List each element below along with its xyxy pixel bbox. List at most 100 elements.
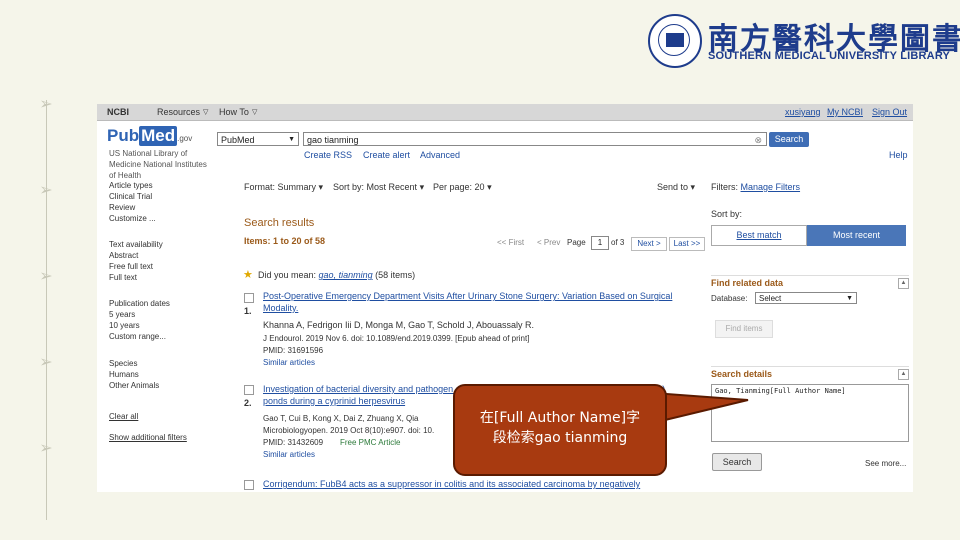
first-page-link[interactable]: << First [497,238,524,247]
result-number: 1. [244,306,252,316]
most-recent-tab[interactable]: Most recent [807,225,906,246]
send-to-label: Send to [657,182,689,192]
nlm-line: US National Library of [109,149,188,158]
next-page-button[interactable]: Next > [631,237,667,251]
find-related-data-title: Find related data [711,278,784,288]
filter-heading: Species [109,359,138,368]
send-to-control[interactable]: Send to ▾ [657,182,695,193]
filter-option[interactable]: Custom range... [109,331,170,342]
sort-control[interactable]: Sort by: Most Recent ▾ [333,182,424,193]
resources-dropdown-icon[interactable]: ▽ [203,108,208,116]
sign-out-link[interactable]: Sign Out [872,107,907,117]
user-link[interactable]: xusiyang [785,107,821,117]
filter-option[interactable]: Review [109,202,156,213]
howto-dropdown-icon[interactable]: ▽ [252,108,257,116]
items-count: Items: 1 to 20 of 58 [244,236,326,246]
slide-decor-arrow-icon: ➢ [39,440,53,457]
find-items-button[interactable]: Find items [715,320,773,338]
best-match-tab[interactable]: Best match [711,225,807,246]
result-checkbox[interactable] [244,293,254,303]
did-you-mean: Did you mean: gao, tianming (58 items) [258,270,415,280]
related-database-label: Database: [711,294,748,303]
free-pmc-article-link[interactable]: Free PMC Article [340,438,400,447]
similar-articles-link[interactable]: Similar articles [263,358,315,367]
similar-articles-link[interactable]: Similar articles [263,450,315,459]
filter-publication-dates: Publication dates 5 years 10 years Custo… [109,298,170,342]
see-more-link[interactable]: See more... [865,459,906,468]
filter-option[interactable]: Humans [109,369,159,380]
slide-decor-arrow-icon: ➢ [39,96,53,113]
pubmed-logo[interactable]: Pub Med .gov [107,126,192,146]
filter-option[interactable]: Abstract [109,250,163,261]
result-checkbox[interactable] [244,385,254,395]
clear-icon[interactable]: ⊗ [754,133,762,147]
my-ncbi-link[interactable]: My NCBI [827,107,863,117]
filter-option[interactable]: Other Animals [109,380,159,391]
result-journal: Microbiologyopen. 2019 Oct 8(10):e907. d… [263,426,435,435]
did-you-mean-link[interactable]: gao, tianming [319,270,373,280]
prev-page-link[interactable]: < Prev [537,238,560,247]
pubmed-logo-med: Med [139,126,178,146]
manage-filters-link[interactable]: Manage Filters [741,182,801,192]
filter-text-availability: Text availability Abstract Free full tex… [109,239,163,283]
library-emblem-icon [648,14,702,68]
filter-option[interactable]: 10 years [109,320,170,331]
database-select[interactable]: PubMed ▼ [217,132,299,146]
sort-value: Most Recent [366,182,418,192]
related-database-select[interactable]: Select ▼ [755,292,857,304]
result-pmid: PMID: 31432609 [263,438,324,447]
search-input[interactable]: gao tianming ⊗ [303,132,767,146]
filter-option[interactable]: Clinical Trial [109,191,156,202]
per-page-label: Per page: [433,182,473,192]
filter-heading: Article types [109,181,153,190]
show-additional-filters-link[interactable]: Show additional filters [109,432,187,443]
filter-option[interactable]: Customize ... [109,213,156,224]
result-authors: Gao T, Cui B, Kong X, Dai Z, Zhuang X, Q… [263,414,419,423]
filter-heading: Publication dates [109,299,170,308]
callout-text-line: 在[Full Author Name]字 [479,410,641,426]
database-select-value: PubMed [221,135,255,145]
result-journal: J Endourol. 2019 Nov 6. doi: 10.1089/end… [263,334,530,343]
result-pmid: PMID: 31691596 [263,346,324,355]
filter-option[interactable]: Full text [109,272,163,283]
library-name-en: SOUTHERN MEDICAL UNIVERSITY LIBRARY [708,50,951,62]
collapse-icon[interactable]: ▲ [898,278,909,289]
create-rss-link[interactable]: Create RSS [304,150,352,160]
result-title-link[interactable]: Corrigendum: FubB4 acts as a suppressor … [263,478,693,490]
format-control[interactable]: Format: Summary ▾ [244,182,323,193]
filter-article-types: Article types Clinical Trial Review Cust… [109,180,156,224]
page-number-input[interactable]: 1 [591,236,609,250]
resources-menu[interactable]: Resources [157,107,200,117]
pubmed-logo-pub: Pub [107,126,140,145]
result-number: 2. [244,398,252,408]
slide-decor-arrow-icon: ➢ [39,182,53,199]
search-details-button[interactable]: Search [712,453,762,471]
pubmed-logo-gov: .gov [177,134,193,143]
filters-label: Filters: [711,182,738,192]
per-page-control[interactable]: Per page: 20 ▾ [433,182,492,193]
slide-decor-arrow-icon: ➢ [39,268,53,285]
last-page-button[interactable]: Last >> [669,237,705,251]
filter-option[interactable]: 5 years [109,309,170,320]
collapse-icon[interactable]: ▲ [898,369,909,380]
create-alert-link[interactable]: Create alert [363,150,410,160]
result-checkbox[interactable] [244,480,254,490]
results-title: Search results [244,217,315,229]
page-of-label: of 3 [611,238,625,247]
sort-label: Sort by: [333,182,365,192]
result-title-link[interactable]: Post-Operative Emergency Department Visi… [263,290,681,314]
filter-option[interactable]: Free full text [109,261,163,272]
nlm-label: US National Library of Medicine National… [109,148,207,181]
filters-line: Filters: Manage Filters [711,182,800,192]
search-details-textarea[interactable]: Gao, Tianming[Full Author Name] [711,384,909,442]
sort-by-label: Sort by: [711,209,743,219]
search-button[interactable]: Search [769,132,809,147]
ncbi-top-bar: NCBI Resources ▽ How To ▽ xusiyang My NC… [97,104,913,121]
nlm-line: Medicine National Institutes [109,160,207,169]
advanced-link[interactable]: Advanced [420,150,460,160]
chevron-down-icon: ▼ [846,295,853,302]
howto-menu[interactable]: How To [219,107,249,117]
clear-all-link[interactable]: Clear all [109,411,138,422]
help-link[interactable]: Help [889,150,908,160]
ncbi-logo[interactable]: NCBI [107,107,129,117]
